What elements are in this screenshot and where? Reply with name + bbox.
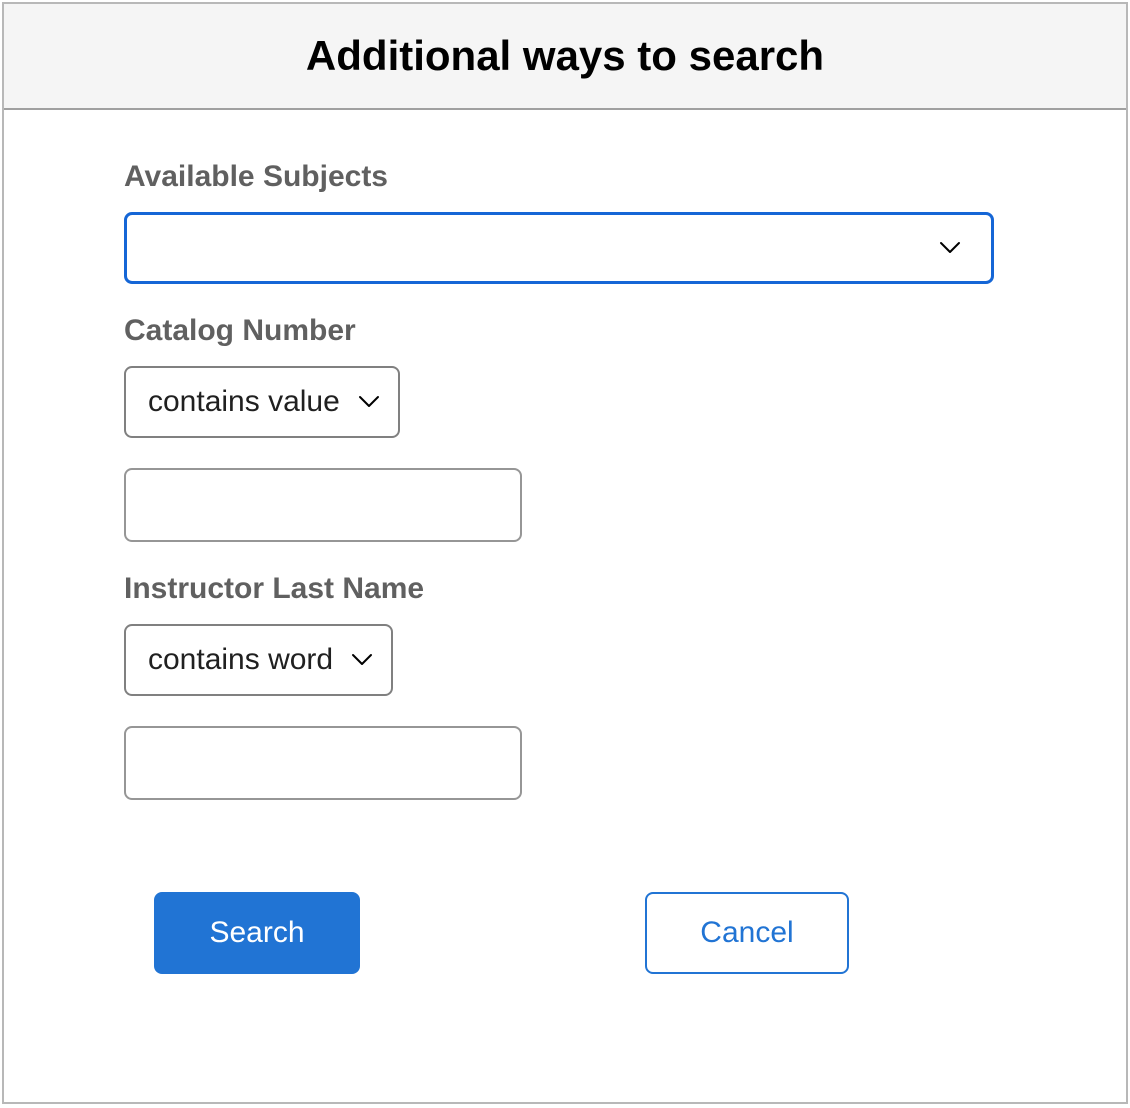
subjects-label: Available Subjects bbox=[124, 160, 1006, 194]
instructor-operator-value: contains word bbox=[148, 643, 333, 677]
form-content: Available Subjects Catalog Number contai… bbox=[4, 110, 1126, 1024]
instructor-lastname-input[interactable] bbox=[124, 726, 522, 800]
instructor-field-group: Instructor Last Name contains word bbox=[124, 572, 1006, 800]
catalog-operator-select[interactable]: contains value bbox=[124, 366, 400, 438]
cancel-button[interactable]: Cancel bbox=[645, 892, 849, 974]
dialog-container: Additional ways to search Available Subj… bbox=[2, 2, 1128, 1104]
button-row: Search Cancel bbox=[124, 892, 1006, 974]
instructor-label: Instructor Last Name bbox=[124, 572, 1006, 606]
search-button[interactable]: Search bbox=[154, 892, 360, 974]
dialog-title: Additional ways to search bbox=[4, 32, 1126, 80]
subjects-select[interactable] bbox=[124, 212, 994, 284]
chevron-down-icon bbox=[939, 241, 961, 255]
subjects-field-group: Available Subjects bbox=[124, 160, 1006, 284]
catalog-field-group: Catalog Number contains value bbox=[124, 314, 1006, 542]
chevron-down-icon bbox=[358, 395, 380, 409]
catalog-label: Catalog Number bbox=[124, 314, 1006, 348]
chevron-down-icon bbox=[351, 653, 373, 667]
catalog-operator-value: contains value bbox=[148, 385, 340, 419]
catalog-number-input[interactable] bbox=[124, 468, 522, 542]
dialog-header: Additional ways to search bbox=[4, 4, 1126, 110]
instructor-operator-select[interactable]: contains word bbox=[124, 624, 393, 696]
